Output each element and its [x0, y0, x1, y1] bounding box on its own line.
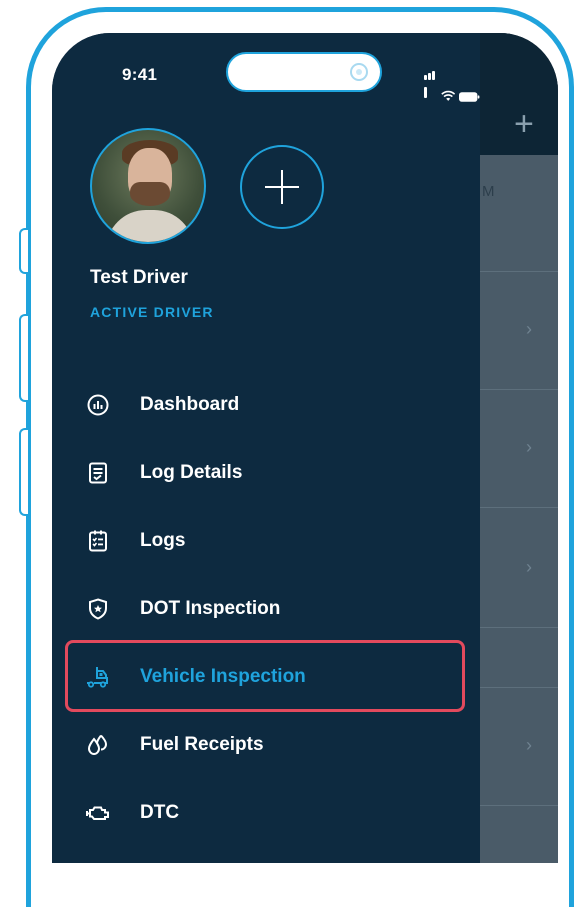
background-add-icon: +	[514, 105, 534, 143]
side-button-volume-down	[19, 428, 28, 516]
signal-icon	[424, 67, 437, 103]
menu-item-label: Logs	[140, 530, 186, 551]
menu-item-label: DTC	[140, 802, 180, 823]
logs-icon	[86, 529, 110, 553]
dashboard-icon	[86, 393, 110, 417]
driver-avatar[interactable]	[90, 128, 206, 244]
fuel-drops-icon	[86, 733, 110, 757]
add-driver-button[interactable]	[240, 145, 324, 229]
menu-item-dashboard[interactable]: Dashboard	[86, 391, 239, 419]
divider	[480, 271, 558, 272]
driver-name: Test Driver	[90, 267, 188, 288]
divider	[480, 627, 558, 628]
engine-icon	[86, 801, 110, 825]
background-topbar: +	[480, 33, 558, 155]
status-icons	[424, 67, 480, 103]
dynamic-island	[226, 52, 382, 92]
navigation-drawer: 9:41 Test Driver ACTIVE DRIVER Dashboard…	[52, 33, 480, 863]
driver-status: ACTIVE DRIVER	[90, 304, 214, 320]
chevron-right-icon: ›	[526, 319, 532, 339]
chevron-right-icon: ›	[526, 735, 532, 755]
divider	[480, 805, 558, 806]
wifi-icon	[441, 90, 455, 101]
vehicle-icon	[86, 665, 110, 689]
menu-item-fuel-receipts[interactable]: Fuel Receipts	[86, 731, 264, 759]
menu-item-vehicle-inspection[interactable]: Vehicle Inspection	[86, 663, 306, 691]
chevron-right-icon: ›	[526, 437, 532, 457]
menu-item-dot-inspection[interactable]: DOT Inspection	[86, 595, 280, 623]
divider	[480, 687, 558, 688]
status-time: 9:41	[122, 65, 158, 84]
menu-item-label: DOT Inspection	[140, 598, 281, 619]
divider	[480, 507, 558, 508]
menu-item-label: Fuel Receipts	[140, 734, 264, 755]
menu-item-dtc[interactable]: DTC	[86, 799, 179, 827]
shield-badge-icon	[86, 597, 110, 621]
camera-icon	[350, 63, 368, 81]
battery-icon	[459, 92, 480, 102]
menu-item-label: Dashboard	[140, 394, 240, 415]
menu-item-label: Log Details	[140, 462, 243, 483]
side-button-volume-up	[19, 314, 28, 402]
background-partial-text: M	[482, 183, 495, 200]
side-button-mute	[19, 228, 28, 274]
divider	[480, 389, 558, 390]
menu-item-label: Vehicle Inspection	[140, 666, 306, 687]
menu-item-logs[interactable]: Logs	[86, 527, 185, 555]
log-details-icon	[86, 461, 110, 485]
phone-screen: + M › › › › 9:41 Test Driver ACTIVE DRIV…	[52, 33, 558, 863]
chevron-right-icon: ›	[526, 557, 532, 577]
menu-item-log-details[interactable]: Log Details	[86, 459, 242, 487]
background-page: + M › › › ›	[480, 33, 558, 863]
